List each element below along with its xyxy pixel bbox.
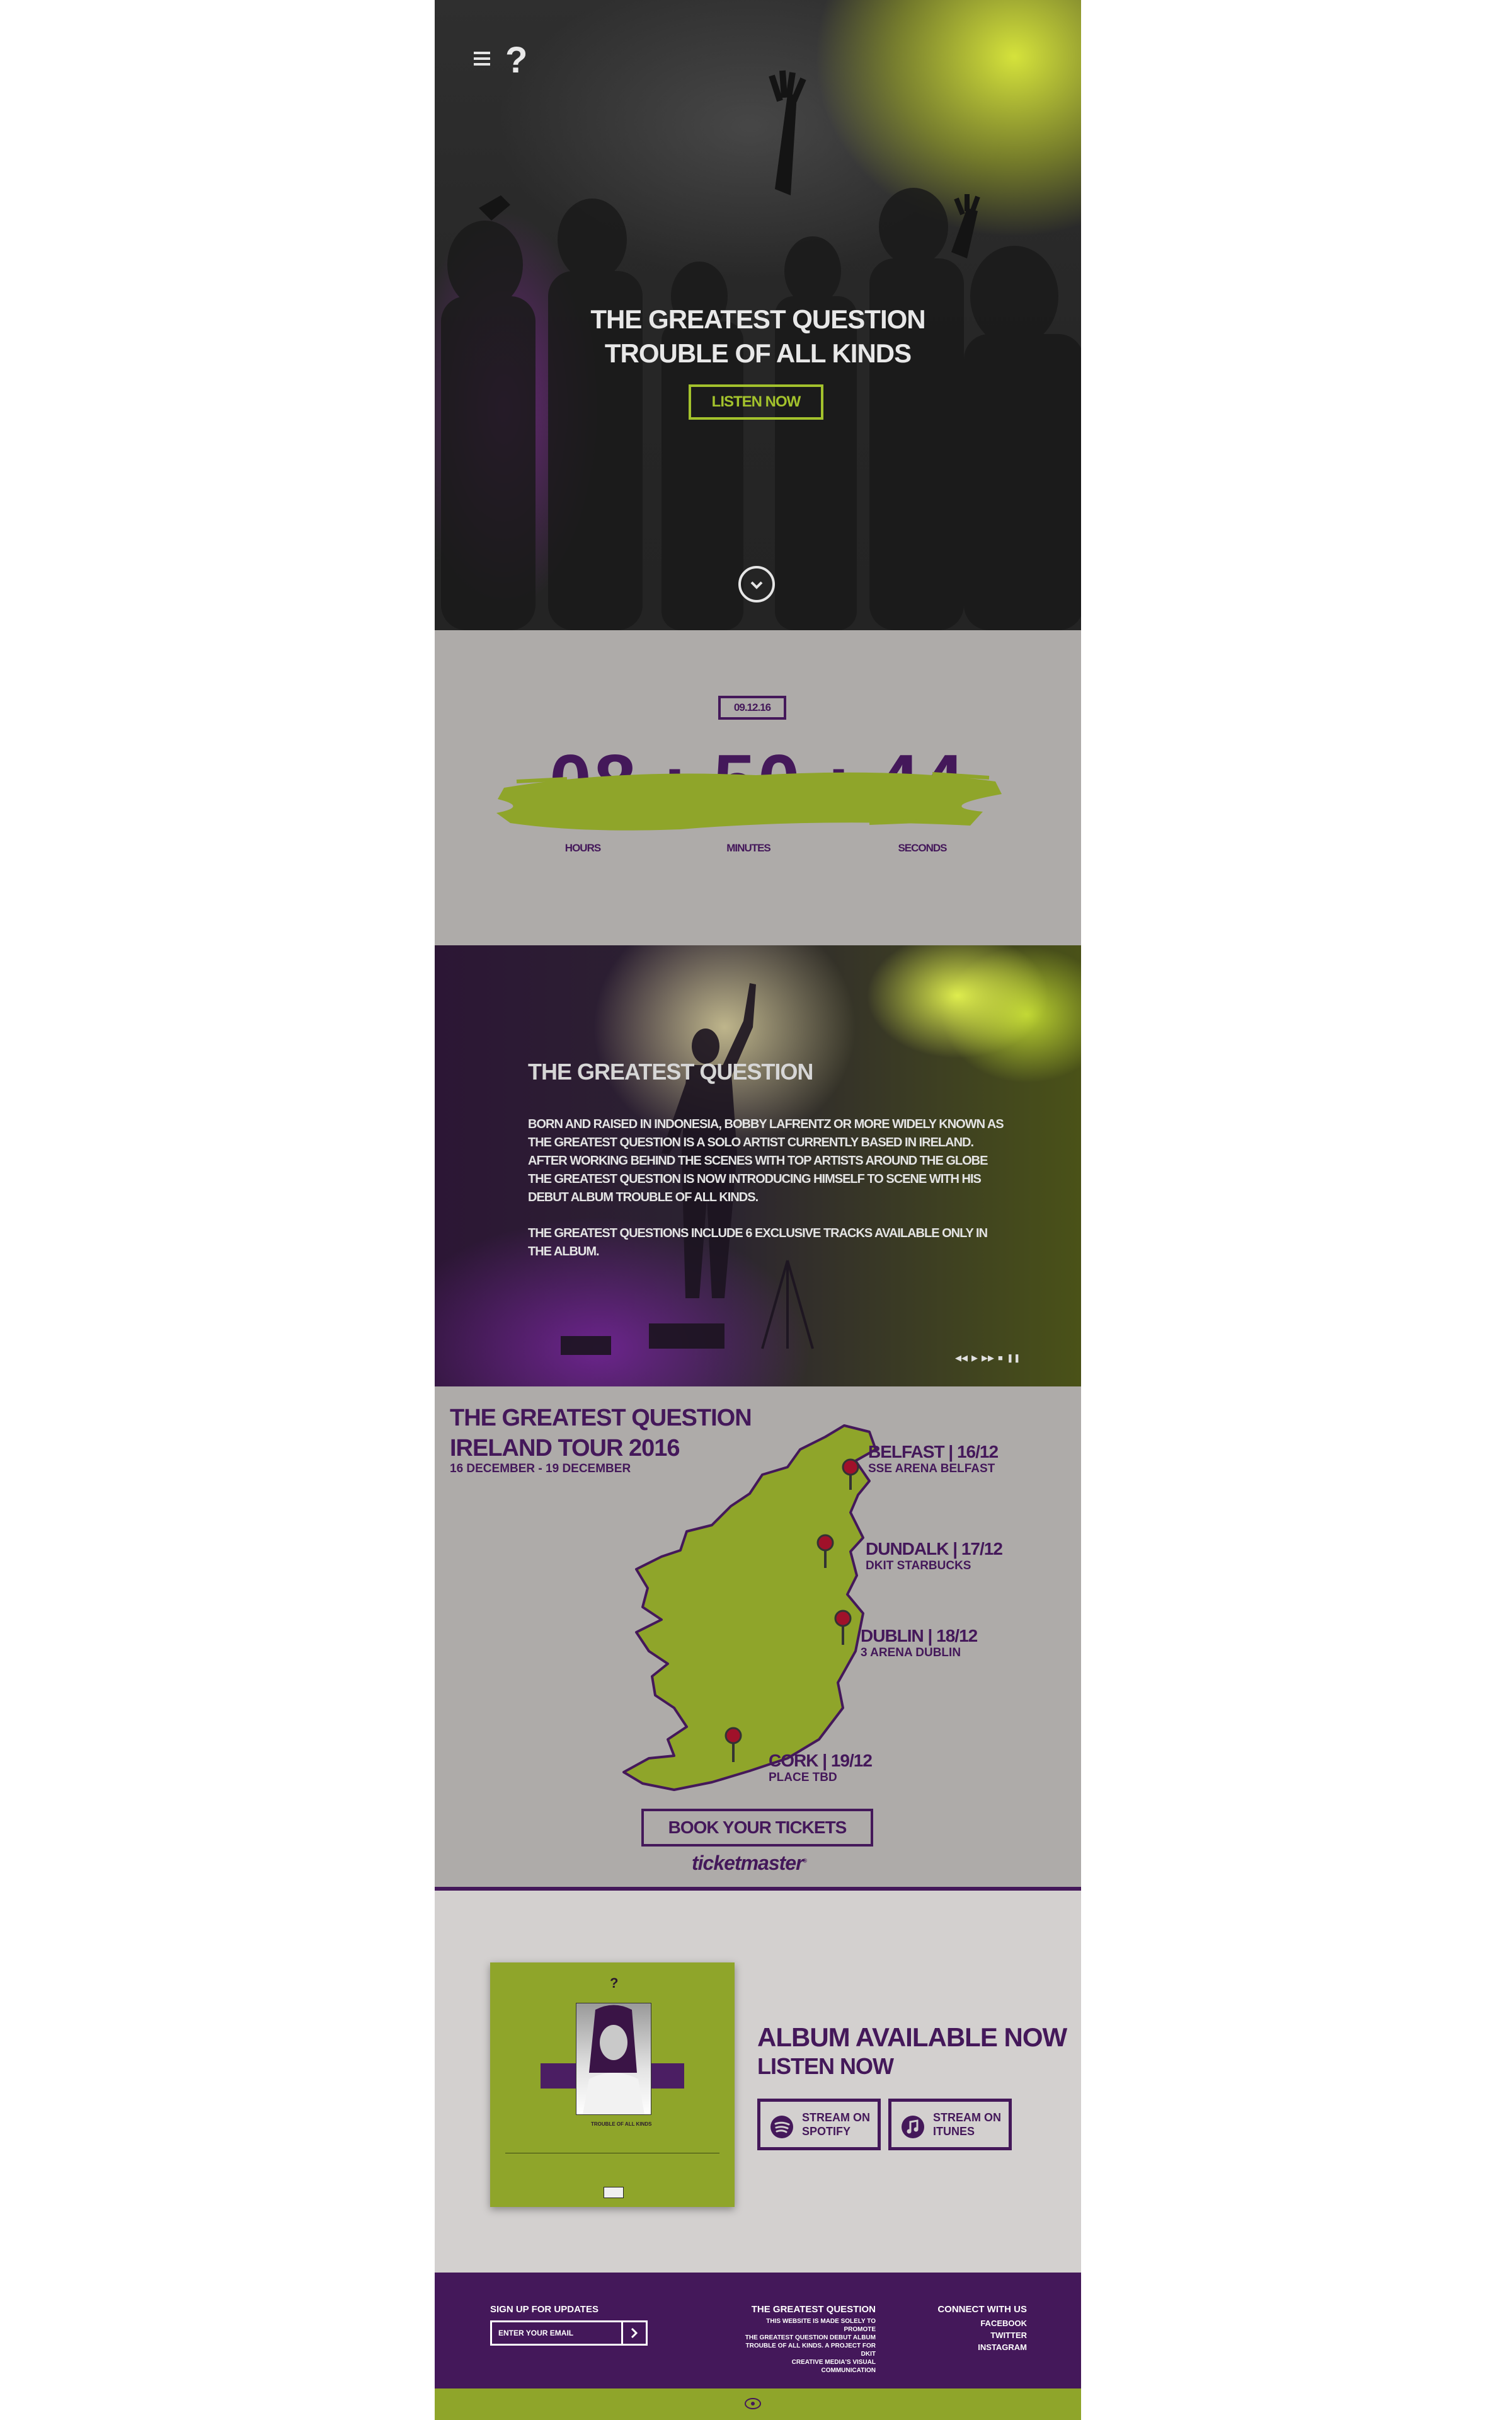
itunes-icon xyxy=(902,2116,924,2138)
release-date-badge: 09.12.16 xyxy=(718,696,786,720)
ticketmaster-wordmark: ticketmaster xyxy=(692,1852,804,1874)
countdown-section: 09.12.16 08 : 50 : 44 HOURS MINUTES SECO… xyxy=(435,630,1081,945)
stream-spotify-button[interactable]: STREAM ON SPOTIFY xyxy=(757,2099,881,2150)
stop-icon[interactable]: ■ xyxy=(998,1354,1003,1362)
tour-stop-city: DUNDALK | 17/12 xyxy=(866,1539,1003,1559)
connect-heading: CONNECT WITH US xyxy=(937,2304,1027,2315)
footer: SIGN UP FOR UPDATES ENTER YOUR EMAIL THE… xyxy=(435,2273,1081,2388)
stream-spotify-label-1: STREAM ON xyxy=(802,2111,870,2124)
album-headline: ALBUM AVAILABLE NOW xyxy=(757,2022,1067,2052)
media-player-controls: ◀◀ ▶ ▶▶ ■ ❚❚ xyxy=(955,1354,1021,1362)
parental-advisory-icon xyxy=(604,2187,624,2198)
hero-title: THE GREATEST QUESTION TROUBLE OF ALL KIN… xyxy=(435,302,1081,371)
footer-social: CONNECT WITH US FACEBOOK TWITTER INSTAGR… xyxy=(926,2304,1027,2353)
footer-about-line: THE GREATEST QUESTION DEBUT ALBUM xyxy=(745,2334,876,2341)
tour-stop-belfast[interactable]: BELFAST | 16/12 SSE ARENA BELFAST xyxy=(868,1442,999,1476)
tour-stop-dublin[interactable]: DUBLIN | 18/12 3 ARENA DUBLIN xyxy=(861,1626,978,1660)
album-subline: LISTEN NOW xyxy=(757,2053,894,2079)
about-body: BORN AND RAISED IN INDONESIA, BOBBY LAFR… xyxy=(528,1115,1007,1279)
tour-stop-venue: SSE ARENA BELFAST xyxy=(868,1462,995,1475)
stream-itunes-label-1: STREAM ON xyxy=(933,2111,1001,2124)
page: ? THE GREATEST QUESTION TROUBLE OF ALL K… xyxy=(435,0,1081,2420)
about-paragraph: BORN AND RAISED IN INDONESIA, BOBBY LAFR… xyxy=(528,1117,1004,1204)
listen-now-button[interactable]: LISTEN NOW xyxy=(689,384,823,420)
tour-stop-venue: 3 ARENA DUBLIN xyxy=(861,1646,961,1659)
footer-mark-icon xyxy=(745,2398,761,2409)
tour-stop-venue: DKIT STARBUCKS xyxy=(866,1559,971,1572)
tour-stop-city: BELFAST | 16/12 xyxy=(868,1442,999,1461)
brush-stroke xyxy=(496,772,1002,831)
footer-about-heading: THE GREATEST QUESTION xyxy=(751,2304,876,2315)
minutes-label: MINUTES xyxy=(726,842,771,854)
fast-forward-icon[interactable]: ▶▶ xyxy=(982,1354,994,1362)
tour-dates: 16 DECEMBER - 19 DECEMBER xyxy=(450,1462,631,1475)
hero-title-line2: TROUBLE OF ALL KINDS xyxy=(604,338,912,368)
stream-itunes-button[interactable]: STREAM ON ITUNES xyxy=(888,2099,1012,2150)
facebook-link[interactable]: FACEBOOK xyxy=(926,2317,1027,2329)
portrait-icon xyxy=(583,2005,644,2114)
hero-title-line1: THE GREATEST QUESTION xyxy=(590,304,925,334)
about-title: THE GREATEST QUESTION xyxy=(528,1059,813,1085)
instagram-link[interactable]: INSTAGRAM xyxy=(926,2341,1027,2353)
signup-label: SIGN UP FOR UPDATES xyxy=(490,2304,598,2315)
footer-about-line: CREATIVE MEDIA'S VISUAL COMMUNICATION xyxy=(791,2359,876,2374)
tour-stop-cork[interactable]: CORK | 19/12 PLACE TBD xyxy=(769,1751,873,1785)
play-icon[interactable]: ▶ xyxy=(971,1354,978,1362)
hero-section: ? THE GREATEST QUESTION TROUBLE OF ALL K… xyxy=(435,0,1081,630)
chevron-right-icon xyxy=(631,2327,638,2339)
hamburger-menu-icon[interactable] xyxy=(474,52,490,67)
footer-about: THE GREATEST QUESTION THIS WEBSITE IS MA… xyxy=(737,2304,876,2375)
cover-photo xyxy=(576,2003,651,2115)
about-paragraph: THE GREATEST QUESTIONS INCLUDE 6 EXCLUSI… xyxy=(528,1226,988,1259)
spotify-icon xyxy=(770,2116,793,2138)
tour-stop-city: CORK | 19/12 xyxy=(769,1751,873,1770)
bottom-bar xyxy=(435,2388,1081,2420)
cover-title: TROUBLE OF ALL KINDS xyxy=(591,2121,652,2127)
cover-logo: ? xyxy=(610,1975,619,1991)
seconds-label: SECONDS xyxy=(898,842,947,854)
stream-spotify-label-2: SPOTIFY xyxy=(802,2125,851,2138)
tour-title-line1: THE GREATEST QUESTION xyxy=(450,1405,752,1431)
twitter-link[interactable]: TWITTER xyxy=(926,2329,1027,2341)
rewind-icon[interactable]: ◀◀ xyxy=(955,1354,968,1362)
chevron-down-icon xyxy=(750,581,763,589)
tour-title-line2: IRELAND TOUR 2016 xyxy=(450,1435,680,1461)
email-field[interactable]: ENTER YOUR EMAIL xyxy=(490,2320,648,2346)
site-logo[interactable]: ? xyxy=(505,39,527,81)
pause-icon[interactable]: ❚❚ xyxy=(1007,1354,1021,1362)
tour-title: THE GREATEST QUESTION IRELAND TOUR 2016 xyxy=(450,1403,752,1463)
tour-stop-venue: PLACE TBD xyxy=(769,1771,837,1784)
footer-about-line: THIS WEBSITE IS MADE SOLELY TO PROMOTE xyxy=(766,2318,876,2333)
email-placeholder: ENTER YOUR EMAIL xyxy=(498,2329,574,2337)
tour-section: THE GREATEST QUESTION IRELAND TOUR 2016 … xyxy=(435,1386,1081,1891)
tour-stop-city: DUBLIN | 18/12 xyxy=(861,1626,978,1645)
footer-about-text: THIS WEBSITE IS MADE SOLELY TO PROMOTE T… xyxy=(737,2317,876,2375)
submit-email-button[interactable] xyxy=(621,2322,646,2344)
book-tickets-button[interactable]: BOOK YOUR TICKETS xyxy=(641,1809,873,1847)
album-cover[interactable]: ? TROUBLE OF ALL KINDS xyxy=(490,1962,735,2207)
footer-about-line: TROUBLE OF ALL KINDS. A PROJECT FOR DKIT xyxy=(745,2342,876,2358)
scroll-down-button[interactable] xyxy=(738,566,775,602)
ticketmaster-logo[interactable]: ticketmaster® xyxy=(692,1852,807,1875)
hours-label: HOURS xyxy=(564,842,601,854)
tour-stop-dundalk[interactable]: DUNDALK | 17/12 DKIT STARBUCKS xyxy=(866,1539,1003,1573)
album-section: ? TROUBLE OF ALL KINDS ALBUM AVAILABLE N… xyxy=(435,1891,1081,2273)
about-section: THE GREATEST QUESTION BORN AND RAISED IN… xyxy=(435,945,1081,1386)
stream-itunes-label-2: ITUNES xyxy=(933,2125,975,2138)
